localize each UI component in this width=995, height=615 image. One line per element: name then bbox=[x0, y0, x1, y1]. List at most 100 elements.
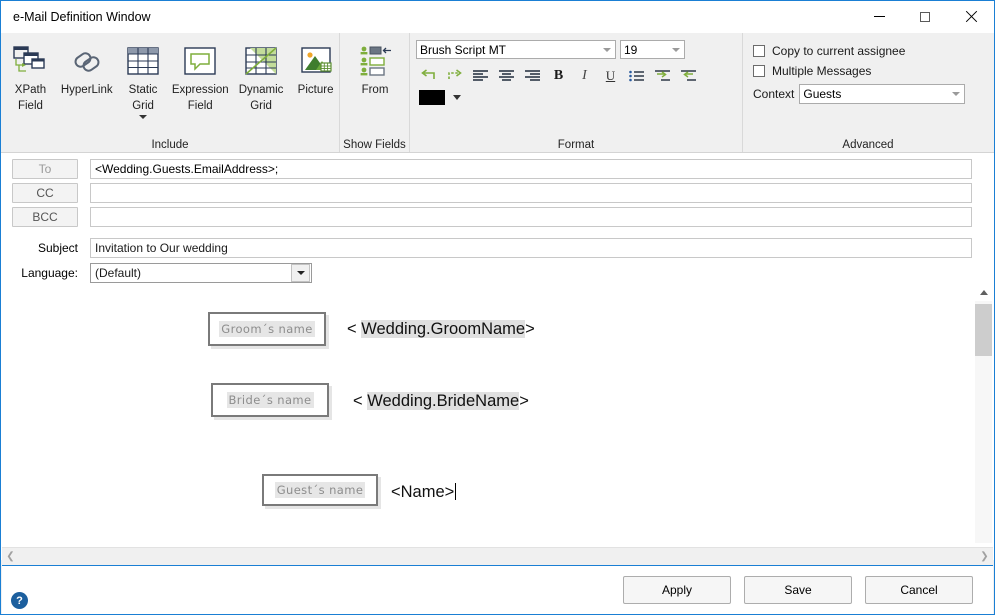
expression-field-icon bbox=[180, 41, 220, 81]
maximize-button[interactable] bbox=[902, 1, 948, 32]
cc-button[interactable]: CC bbox=[12, 183, 78, 203]
ribbon-group-advanced: Copy to current assignee Multiple Messag… bbox=[743, 33, 993, 137]
save-button[interactable]: Save bbox=[744, 576, 852, 604]
xpath-bride-value: Wedding.BrideName bbox=[367, 392, 520, 410]
multiple-messages-row[interactable]: Multiple Messages bbox=[753, 61, 993, 81]
redo-button[interactable] bbox=[442, 64, 467, 87]
underline-button[interactable]: U bbox=[598, 64, 623, 87]
scroll-up-button[interactable] bbox=[975, 284, 992, 301]
ribbon-group-show-fields: From bbox=[340, 33, 410, 137]
language-select[interactable]: (Default) bbox=[90, 263, 312, 283]
chevron-down-icon[interactable] bbox=[291, 264, 310, 282]
horizontal-scrollbar[interactable]: ❮ ❯ bbox=[2, 547, 993, 565]
bcc-button[interactable]: BCC bbox=[12, 207, 78, 227]
language-value: (Default) bbox=[95, 266, 142, 280]
xpath-text-bride: < Wedding.BrideName> bbox=[353, 392, 529, 411]
dialog-footer: ? Apply Save Cancel bbox=[2, 565, 993, 614]
align-right-button[interactable] bbox=[520, 64, 545, 87]
static-grid-button[interactable]: Static Grid bbox=[120, 39, 167, 119]
font-family-value: Brush Script MT bbox=[420, 42, 507, 57]
copy-to-assignee-checkbox[interactable] bbox=[753, 45, 765, 57]
font-size-select[interactable]: 19 bbox=[620, 40, 685, 59]
xpath-groom-open: < bbox=[347, 320, 362, 338]
to-button[interactable]: To bbox=[12, 159, 78, 179]
text-color-swatch[interactable] bbox=[419, 90, 445, 105]
cancel-button[interactable]: Cancel bbox=[865, 576, 973, 604]
hyperlink-label: HyperLink bbox=[60, 84, 113, 96]
help-icon[interactable]: ? bbox=[11, 592, 28, 609]
multiple-messages-label: Multiple Messages bbox=[772, 64, 872, 78]
subject-row: Subject Invitation to Our wedding bbox=[1, 238, 994, 258]
chevron-down-icon bbox=[599, 47, 615, 52]
group-label-include: Include bbox=[1, 137, 340, 152]
dialog-buttons: Apply Save Cancel bbox=[623, 576, 993, 604]
editor-vertical-scrollbar[interactable] bbox=[975, 284, 992, 560]
from-field-button[interactable]: From bbox=[348, 39, 402, 97]
chevron-down-icon bbox=[668, 47, 684, 52]
bold-button[interactable]: B bbox=[546, 64, 571, 87]
font-family-select[interactable]: Brush Script MT bbox=[416, 40, 616, 59]
field-box-bride-label: Bride´s name bbox=[226, 392, 314, 408]
window-controls bbox=[856, 1, 994, 32]
close-icon bbox=[965, 11, 977, 23]
cc-input[interactable] bbox=[90, 183, 972, 203]
increase-indent-button[interactable] bbox=[650, 64, 675, 87]
xpath-field-icon bbox=[10, 41, 50, 81]
dynamic-grid-icon bbox=[241, 41, 281, 81]
to-input[interactable]: <Wedding.Guests.EmailAddress>; bbox=[90, 159, 972, 179]
ribbon-group-labels: Include Show Fields Format Advanced bbox=[1, 137, 994, 152]
scroll-left-button[interactable]: ❮ bbox=[2, 548, 19, 565]
chevron-down-icon[interactable] bbox=[453, 95, 461, 100]
picture-button[interactable]: Picture bbox=[292, 39, 339, 97]
expression-field-button[interactable]: Expression Field bbox=[171, 39, 231, 112]
context-label: Context bbox=[753, 87, 795, 101]
chevron-down-icon[interactable] bbox=[139, 115, 148, 119]
context-select[interactable]: Guests bbox=[799, 84, 966, 104]
static-grid-label-1: Static bbox=[128, 84, 158, 96]
xpath-groom-close: > bbox=[525, 320, 535, 338]
field-box-guest[interactable]: Guest´s name bbox=[262, 474, 378, 506]
field-box-groom[interactable]: Groom´s name bbox=[208, 312, 326, 346]
from-field-label: From bbox=[361, 84, 389, 96]
chevron-down-icon bbox=[948, 92, 964, 96]
copy-to-assignee-label: Copy to current assignee bbox=[772, 44, 906, 58]
bcc-input[interactable] bbox=[90, 207, 972, 227]
subject-input[interactable]: Invitation to Our wedding bbox=[90, 238, 972, 258]
xpath-groom-value: Wedding.GroomName bbox=[361, 320, 526, 338]
dynamic-grid-label-2: Grid bbox=[250, 99, 272, 112]
language-row: Language: (Default) bbox=[1, 263, 994, 283]
italic-button[interactable]: I bbox=[572, 64, 597, 87]
bullet-list-button[interactable] bbox=[624, 64, 649, 87]
undo-button[interactable] bbox=[416, 64, 441, 87]
align-center-button[interactable] bbox=[494, 64, 519, 87]
email-definition-window: e-Mail Definition Window XPath Field Hyp… bbox=[0, 0, 995, 615]
scroll-thumb[interactable] bbox=[975, 304, 992, 356]
context-value: Guests bbox=[803, 87, 842, 101]
language-label: Language: bbox=[21, 266, 78, 280]
scroll-track[interactable] bbox=[975, 301, 992, 543]
scroll-right-button[interactable]: ❯ bbox=[976, 548, 993, 565]
xpath-field-label-1: XPath bbox=[14, 84, 47, 96]
picture-label: Picture bbox=[297, 84, 334, 96]
cc-row: CC bbox=[1, 183, 994, 203]
email-body-editor[interactable]: Groom´s name < Wedding.GroomName> Bride´… bbox=[3, 284, 975, 560]
hyperlink-button[interactable]: HyperLink bbox=[58, 39, 116, 97]
xpath-bride-open: < bbox=[353, 392, 368, 410]
field-box-bride[interactable]: Bride´s name bbox=[211, 383, 329, 417]
to-row: To <Wedding.Guests.EmailAddress>; bbox=[1, 159, 994, 179]
copy-to-assignee-row[interactable]: Copy to current assignee bbox=[753, 41, 993, 61]
close-button[interactable] bbox=[948, 1, 994, 32]
minimize-icon bbox=[873, 16, 885, 17]
align-left-button[interactable] bbox=[468, 64, 493, 87]
window-title: e-Mail Definition Window bbox=[13, 9, 151, 24]
xpath-field-button[interactable]: XPath Field bbox=[7, 39, 54, 112]
maximize-icon bbox=[920, 11, 930, 22]
decrease-indent-button[interactable] bbox=[676, 64, 701, 87]
apply-button[interactable]: Apply bbox=[623, 576, 731, 604]
xpath-guest-value: Name bbox=[400, 483, 445, 501]
expression-field-label-2: Field bbox=[187, 99, 213, 112]
minimize-button[interactable] bbox=[856, 1, 902, 32]
multiple-messages-checkbox[interactable] bbox=[753, 65, 765, 77]
xpath-guest-open: < bbox=[391, 483, 401, 501]
dynamic-grid-button[interactable]: Dynamic Grid bbox=[234, 39, 288, 112]
